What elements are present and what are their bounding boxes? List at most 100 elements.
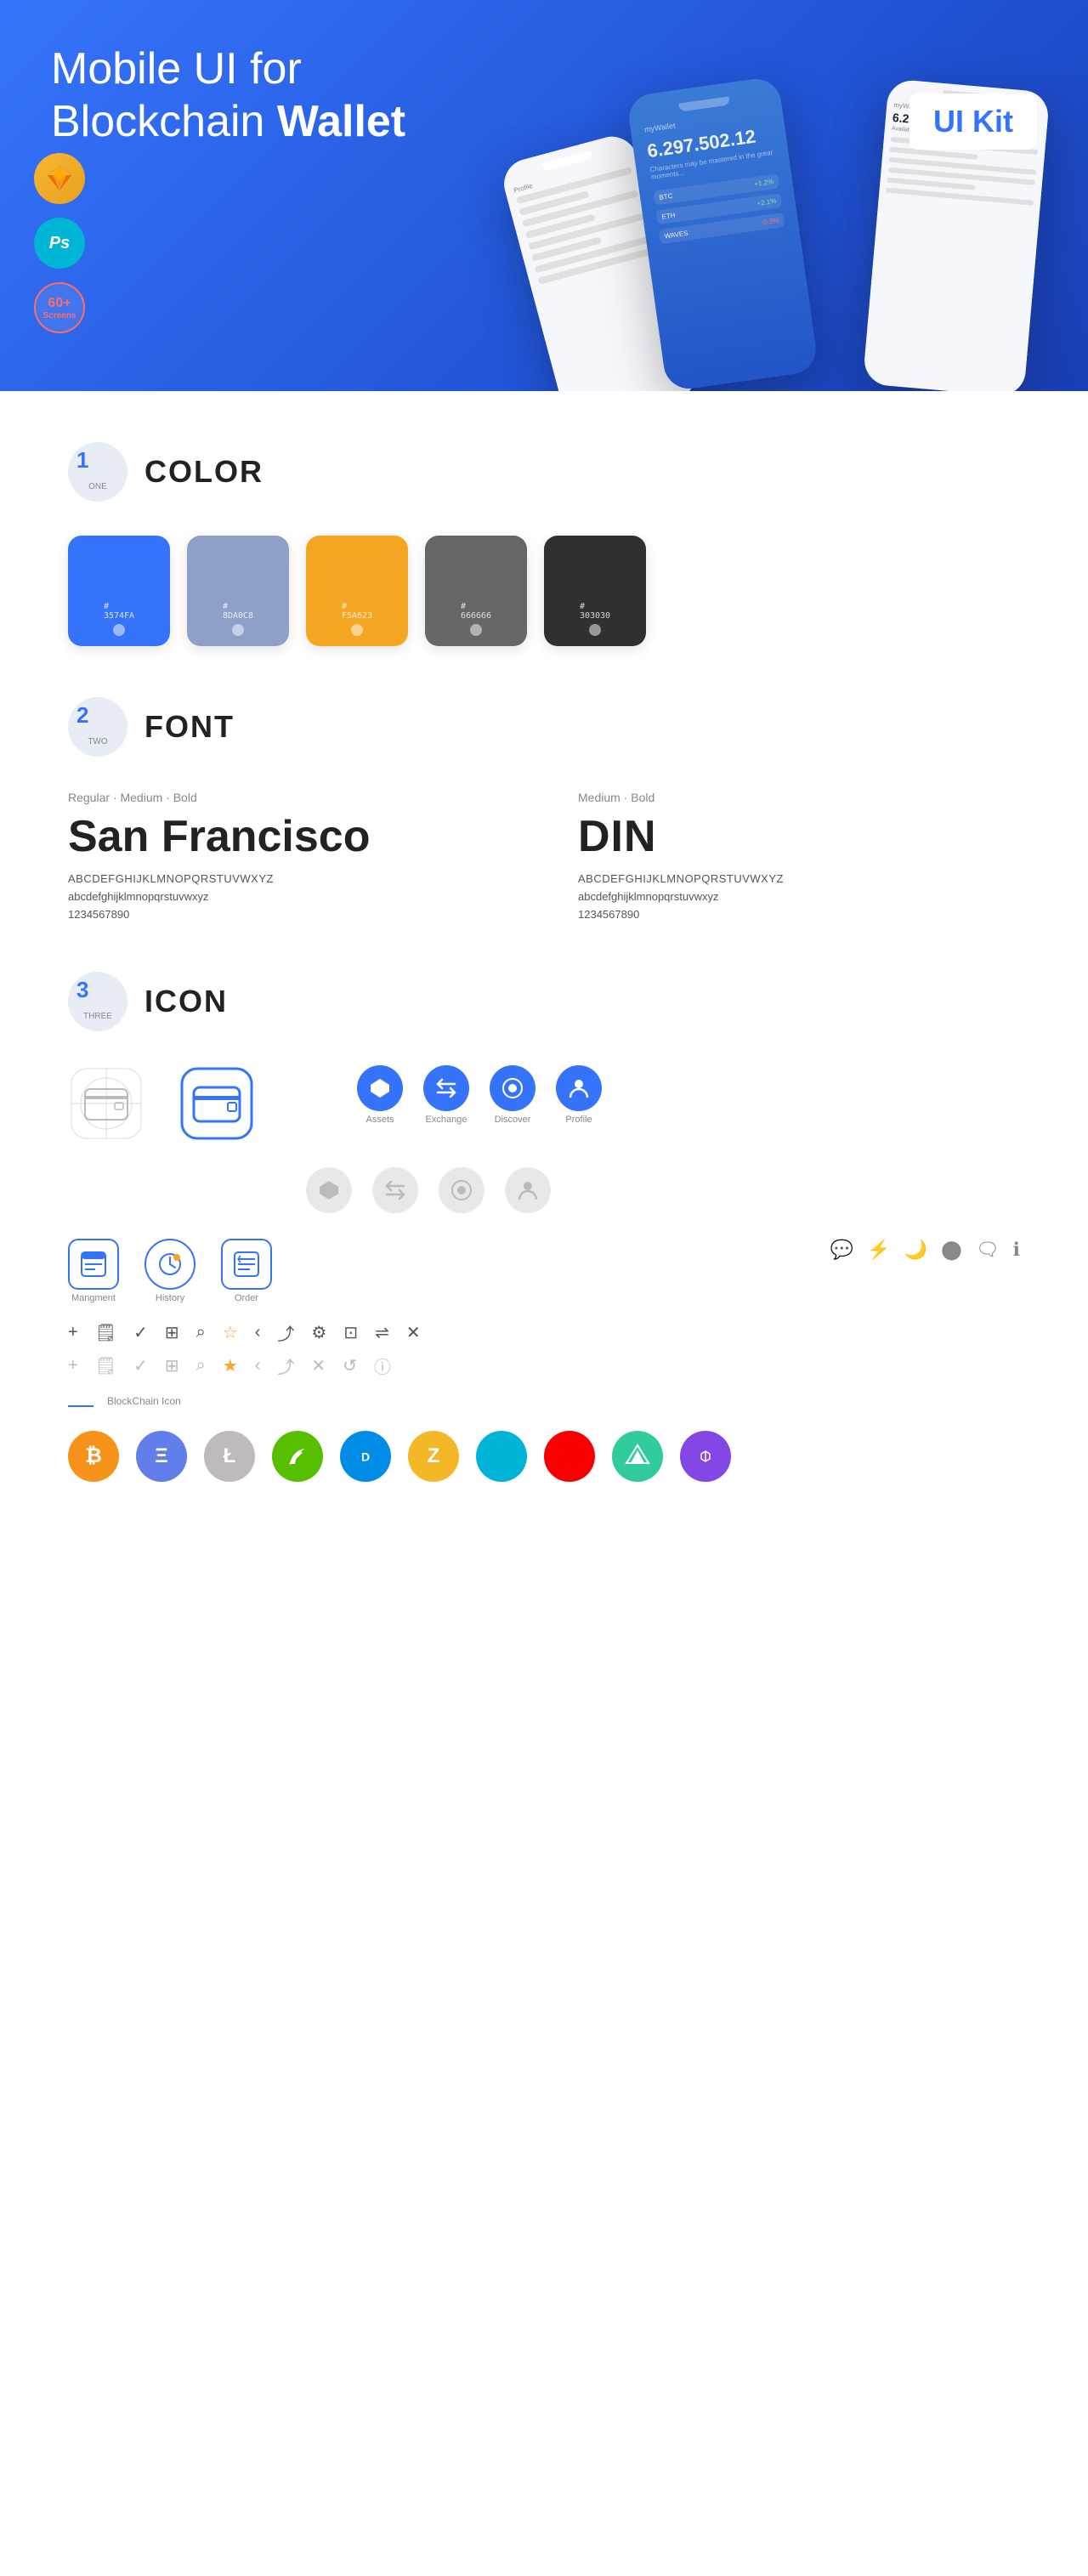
svg-text:D: D — [361, 1450, 370, 1463]
icon-row-gray — [68, 1167, 1020, 1213]
upload-icon[interactable]: ⊡ — [343, 1322, 358, 1343]
chat-icon: 💬 — [830, 1239, 853, 1261]
search-icon-gray: ⌕ — [196, 1356, 206, 1376]
section-num-1: 1 ONE — [68, 442, 128, 502]
bitcoin-icon: ₿ — [68, 1431, 119, 1482]
font1-nums: 1234567890 — [68, 908, 510, 921]
hero-section: Mobile UI for Blockchain Wallet UI Kit P… — [0, 0, 1088, 391]
color-section-title: COLOR — [144, 454, 264, 490]
section-num-3: 3 THREE — [68, 972, 128, 1031]
color-swatch-dark: #303030 — [544, 536, 646, 646]
hero-badges: Ps 60+ Screens — [34, 153, 85, 333]
search-icon[interactable]: ⌕ — [196, 1323, 206, 1342]
main-content: 1 ONE COLOR #3574FA #8DA0C8 #F5A623 #666… — [0, 442, 1088, 1482]
hero-title: Mobile UI for Blockchain Wallet — [51, 43, 476, 149]
plus-icon[interactable]: + — [68, 1323, 78, 1342]
color-swatch-steel: #8DA0C8 — [187, 536, 289, 646]
blockchain-line — [68, 1405, 94, 1407]
font-col-sf: Regular · Medium · Bold San Francisco AB… — [68, 791, 510, 921]
sketch-badge — [34, 153, 85, 204]
close-icon[interactable]: ✕ — [406, 1322, 421, 1343]
icon-section-header: 3 THREE ICON — [68, 972, 1020, 1031]
icon-order: Order — [221, 1239, 272, 1303]
crypto-icons-row: ₿ Ξ Ł D Z — [68, 1431, 1020, 1482]
star-icon-gold: ★ — [223, 1355, 238, 1376]
photoshop-badge: Ps — [34, 218, 85, 269]
icon-history: History — [144, 1239, 196, 1303]
icon-grid-outline — [68, 1065, 144, 1142]
color-swatches: #3574FA #8DA0C8 #F5A623 #666666 #303030 — [68, 536, 1020, 646]
font2-styles: Medium · Bold — [578, 791, 1020, 804]
icon-construction-area: Assets Exchange — [68, 1065, 1020, 1142]
icon-discover-gray — [439, 1167, 484, 1213]
check-icon[interactable]: ✓ — [133, 1322, 148, 1343]
dash-icon: D — [340, 1431, 391, 1482]
tools-grid-row1: + 🗒 ✓ ⊞ ⌕ ☆ ‹ ⤴ ⚙ ⊡ ⇌ ✕ — [68, 1320, 1020, 1345]
icon-profile: Profile — [556, 1065, 602, 1125]
plus-icon-gray: + — [68, 1356, 78, 1376]
utility-icons-row: 💬 ⚡ 🌙 ⬤ 🗨 ℹ — [830, 1239, 1020, 1261]
icon-exchange: Exchange — [423, 1065, 469, 1125]
ark-icon — [544, 1431, 595, 1482]
font1-upper: ABCDEFGHIJKLMNOPQRSTUVWXYZ — [68, 872, 510, 885]
mgmt-icons-row: Mangment History — [68, 1239, 1020, 1303]
info-icon: ℹ — [1013, 1239, 1020, 1261]
font-section-header: 2 TWO FONT — [68, 697, 1020, 757]
document-icon-gray: 🗒 — [95, 1355, 116, 1376]
font2-lower: abcdefghijklmnopqrstuvwxyz — [578, 890, 1020, 903]
font-section-title: FONT — [144, 709, 235, 745]
info-icon-gray: ⓘ — [374, 1353, 391, 1378]
icon-assets: Assets — [357, 1065, 403, 1125]
qr-icon-gray: ⊞ — [165, 1355, 179, 1376]
check-icon-gray: ✓ — [133, 1355, 148, 1376]
matic-icon — [680, 1431, 731, 1482]
app-icons-row: Assets Exchange — [357, 1065, 602, 1125]
screens-badge: 60+ Screens — [34, 282, 85, 333]
font2-name: DIN — [578, 811, 1020, 862]
font2-nums: 1234567890 — [578, 908, 1020, 921]
font-section: Regular · Medium · Bold San Francisco AB… — [68, 791, 1020, 921]
icon-exchange-gray — [372, 1167, 418, 1213]
icon-section-title: ICON — [144, 984, 228, 1019]
circle-icon: ⬤ — [941, 1239, 962, 1261]
close-icon-gray: ✕ — [311, 1355, 326, 1376]
document-icon[interactable]: 🗒 — [95, 1322, 116, 1343]
moon-icon: 🌙 — [904, 1239, 927, 1261]
share-icon[interactable]: ⤴ — [277, 1320, 294, 1345]
color-swatch-orange: #F5A623 — [306, 536, 408, 646]
qr-icon[interactable]: ⊞ — [165, 1322, 179, 1343]
tools-grid-row2: + 🗒 ✓ ⊞ ⌕ ★ ‹ ⤴ ✕ ↺ ⓘ — [68, 1353, 1020, 1378]
ui-kit-badge: UI Kit — [910, 94, 1037, 150]
ethereum-icon: Ξ — [136, 1431, 187, 1482]
kyber-icon — [612, 1431, 663, 1482]
neo-icon — [272, 1431, 323, 1482]
icon-discover: Discover — [490, 1065, 536, 1125]
font-col-din: Medium · Bold DIN ABCDEFGHIJKLMNOPQRSTUV… — [578, 791, 1020, 921]
share-icon-gray: ⤴ — [277, 1353, 294, 1378]
blockchain-label: BlockChain Icon — [107, 1395, 181, 1407]
color-swatch-gray: #666666 — [425, 536, 527, 646]
font1-styles: Regular · Medium · Bold — [68, 791, 510, 804]
icon-assets-gray — [306, 1167, 352, 1213]
icon-wallet-blue — [178, 1065, 255, 1142]
icon-profile-gray — [505, 1167, 551, 1213]
color-section-header: 1 ONE COLOR — [68, 442, 1020, 502]
litecoin-icon: Ł — [204, 1431, 255, 1482]
zcash-icon: Z — [408, 1431, 459, 1482]
blockchain-label-row: BlockChain Icon — [68, 1395, 1020, 1417]
settings-icon[interactable]: ⚙ — [311, 1322, 326, 1343]
layers-icon: ⚡ — [867, 1239, 890, 1261]
section-num-2: 2 TWO — [68, 697, 128, 757]
font1-lower: abcdefghijklmnopqrstuvwxyz — [68, 890, 510, 903]
color-swatch-blue: #3574FA — [68, 536, 170, 646]
star-icon[interactable]: ☆ — [223, 1322, 238, 1343]
left-arrow-icon-gray: ‹ — [255, 1356, 261, 1376]
left-arrow-icon[interactable]: ‹ — [255, 1323, 261, 1342]
font2-upper: ABCDEFGHIJKLMNOPQRSTUVWXYZ — [578, 872, 1020, 885]
rotate-icon-gray: ↺ — [343, 1355, 357, 1376]
message-icon: 🗨 — [976, 1239, 1000, 1261]
grid-icon — [476, 1431, 527, 1482]
font1-name: San Francisco — [68, 811, 510, 862]
icon-management: Mangment — [68, 1239, 119, 1303]
expand-icon[interactable]: ⇌ — [375, 1322, 389, 1343]
